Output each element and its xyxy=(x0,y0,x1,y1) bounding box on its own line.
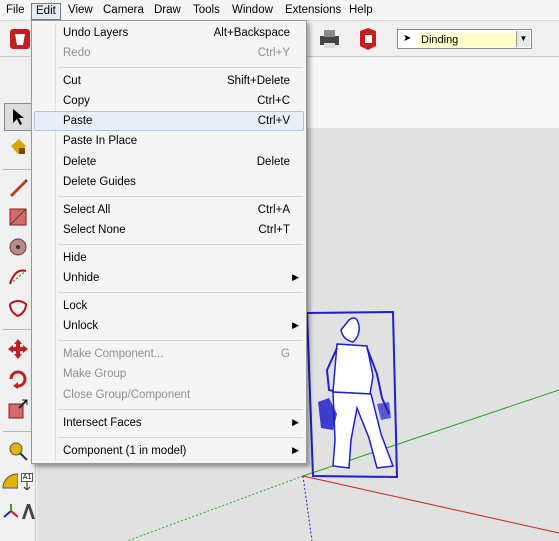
menu-extensions[interactable]: Extensions xyxy=(281,3,345,20)
share-model-icon[interactable] xyxy=(356,26,382,52)
move-icon[interactable] xyxy=(4,335,32,363)
menu-item-select-none[interactable]: Select None Ctrl+T xyxy=(34,220,304,240)
menu-item-unhide[interactable]: Unhide ▶ xyxy=(34,268,304,288)
green-axis-dotted xyxy=(126,475,304,541)
print-icon[interactable] xyxy=(316,26,342,52)
edit-menu: Undo Layers Alt+Backspace Redo Ctrl+Y Cu… xyxy=(31,20,307,464)
rotate-icon[interactable] xyxy=(4,365,32,393)
select-tool-icon[interactable] xyxy=(4,103,32,131)
menu-item-delete-guides[interactable]: Delete Guides xyxy=(34,172,304,192)
polygon-icon[interactable] xyxy=(4,293,32,321)
person-torso xyxy=(332,343,374,395)
scale-icon[interactable] xyxy=(4,395,32,423)
menu-item-paste-in-place[interactable]: Paste In Place xyxy=(34,131,304,151)
menu-item-cut[interactable]: Cut Shift+Delete xyxy=(34,71,304,91)
submenu-arrow-icon: ▶ xyxy=(292,272,299,282)
menu-item-delete[interactable]: Delete Delete xyxy=(34,152,304,172)
menu-item-select-all[interactable]: Select All Ctrl+A xyxy=(34,200,304,220)
menu-item-intersect-faces[interactable]: Intersect Faces ▶ xyxy=(34,413,304,433)
text-tool-label: A1 xyxy=(20,472,34,482)
menu-item-lock[interactable]: Lock xyxy=(34,296,304,316)
menu-item-make-component[interactable]: Make Component... G xyxy=(34,344,304,364)
3d-text-icon[interactable] xyxy=(19,497,35,525)
person-component[interactable] xyxy=(305,310,399,479)
menu-draw[interactable]: Draw xyxy=(150,3,185,20)
menu-item-unlock[interactable]: Unlock ▶ xyxy=(34,316,304,336)
menu-item-redo[interactable]: Redo Ctrl+Y xyxy=(34,43,304,63)
submenu-arrow-icon: ▶ xyxy=(292,320,299,330)
rectangle-icon[interactable] xyxy=(4,203,32,231)
menu-item-make-group[interactable]: Make Group xyxy=(34,364,304,384)
pencil-icon[interactable] xyxy=(4,173,32,201)
menu-file[interactable]: File xyxy=(2,3,29,20)
menu-item-undo-layers[interactable]: Undo Layers Alt+Backspace xyxy=(34,23,304,43)
circle-icon[interactable] xyxy=(4,233,32,261)
menu-bar: File Edit View Camera Draw Tools Window … xyxy=(0,0,559,21)
menu-window[interactable]: Window xyxy=(228,3,277,20)
person-head xyxy=(340,317,360,343)
scene-selector[interactable]: ➤ Dinding ▼ xyxy=(397,29,532,49)
arc-icon[interactable] xyxy=(4,263,32,291)
paint-bucket-icon[interactable] xyxy=(4,133,32,161)
menu-item-component[interactable]: Component (1 in model) ▶ xyxy=(34,441,304,461)
menu-tools[interactable]: Tools xyxy=(189,3,224,20)
arrow-icon: ➤ xyxy=(403,33,412,44)
menu-view[interactable]: View xyxy=(64,3,97,20)
menu-item-hide[interactable]: Hide xyxy=(34,248,304,268)
menu-help[interactable]: Help xyxy=(345,3,377,20)
menu-camera[interactable]: Camera xyxy=(99,3,148,20)
dropdown-arrow-icon[interactable]: ▼ xyxy=(516,31,530,47)
menu-item-copy[interactable]: Copy Ctrl+C xyxy=(34,91,304,111)
tape-measure-icon[interactable] xyxy=(4,437,32,465)
menu-item-close-group[interactable]: Close Group/Component xyxy=(34,385,304,405)
red-axis-line xyxy=(302,475,559,534)
protractor-icon[interactable] xyxy=(2,467,18,495)
blue-axis-dotted xyxy=(302,475,313,541)
menu-item-paste[interactable]: Paste Ctrl+V xyxy=(34,111,304,131)
person-bag-right xyxy=(377,402,391,420)
submenu-arrow-icon: ▶ xyxy=(292,417,299,427)
axes-icon[interactable] xyxy=(2,497,18,525)
menu-edit[interactable]: Edit xyxy=(31,3,61,20)
submenu-arrow-icon: ▶ xyxy=(292,445,299,455)
scene-name-field[interactable]: Dinding xyxy=(418,33,516,47)
text-tool-icon[interactable]: A1 xyxy=(19,467,35,495)
